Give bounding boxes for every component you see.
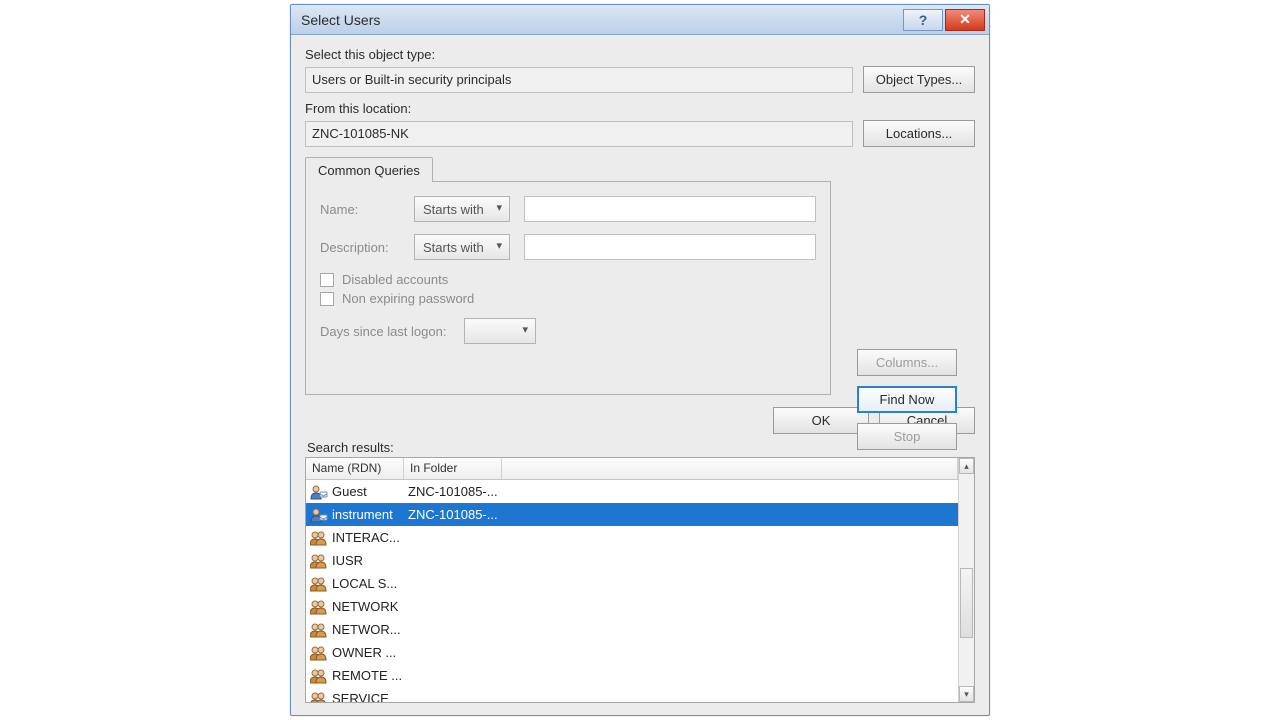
row-name: SERVICE [332, 691, 389, 702]
description-match-dropdown[interactable]: Starts with [414, 234, 510, 260]
col-spacer [502, 458, 958, 479]
col-name-rdn[interactable]: Name (RDN) [306, 458, 404, 479]
table-row[interactable]: LOCAL S... [306, 572, 958, 595]
table-row[interactable]: Guest ZNC-101085-... [306, 480, 958, 503]
select-users-dialog: Select Users ? ✕ Select this object type… [290, 4, 990, 716]
window-title: Select Users [301, 12, 901, 28]
help-button[interactable]: ? [903, 9, 943, 31]
vertical-scrollbar[interactable]: ▴ ▾ [958, 458, 974, 702]
group-icon [310, 645, 328, 661]
close-icon: ✕ [959, 11, 971, 28]
common-queries-group: Common Queries Name: Starts with Descrip… [305, 157, 975, 395]
checkbox-icon [320, 292, 334, 306]
table-row[interactable]: IUSR [306, 549, 958, 572]
columns-button[interactable]: Columns... [857, 349, 957, 376]
row-name: NETWORK [332, 599, 398, 614]
group-icon [310, 622, 328, 638]
scroll-down-button[interactable]: ▾ [959, 686, 974, 702]
scroll-up-button[interactable]: ▴ [959, 458, 974, 474]
object-type-label: Select this object type: [305, 47, 975, 62]
row-folder: ZNC-101085-... [404, 484, 502, 499]
table-row[interactable]: OWNER ... [306, 641, 958, 664]
group-icon [310, 668, 328, 684]
row-folder: ZNC-101085-... [404, 507, 502, 522]
object-type-field[interactable] [305, 67, 853, 93]
tab-common-queries[interactable]: Common Queries [305, 157, 433, 182]
find-now-button[interactable]: Find Now [857, 386, 957, 413]
results-grid[interactable]: Name (RDN) In Folder Guest ZNC-101085-...… [305, 457, 975, 703]
row-name: instrument [332, 507, 393, 522]
name-match-dropdown[interactable]: Starts with [414, 196, 510, 222]
table-row[interactable]: SERVICE [306, 687, 958, 702]
non-expiring-password-checkbox[interactable]: Non expiring password [320, 291, 816, 306]
row-name: IUSR [332, 553, 363, 568]
name-input[interactable] [524, 196, 816, 222]
row-name: NETWOR... [332, 622, 401, 637]
user-icon [310, 507, 328, 523]
user-icon [310, 484, 328, 500]
scroll-thumb[interactable] [960, 568, 973, 638]
table-row[interactable]: REMOTE ... [306, 664, 958, 687]
row-name: LOCAL S... [332, 576, 397, 591]
close-button[interactable]: ✕ [945, 9, 985, 31]
queries-panel: Name: Starts with Description: Starts wi… [305, 181, 831, 395]
grid-header[interactable]: Name (RDN) In Folder [306, 458, 958, 480]
group-icon [310, 530, 328, 546]
help-icon: ? [919, 12, 928, 28]
location-field[interactable] [305, 121, 853, 147]
description-label: Description: [320, 240, 400, 255]
table-row[interactable]: instrument ZNC-101085-... [306, 503, 958, 526]
table-row[interactable]: INTERAC... [306, 526, 958, 549]
table-row[interactable]: NETWORK [306, 595, 958, 618]
col-in-folder[interactable]: In Folder [404, 458, 502, 479]
titlebar[interactable]: Select Users ? ✕ [291, 5, 989, 35]
group-icon [310, 691, 328, 703]
name-label: Name: [320, 202, 400, 217]
group-icon [310, 553, 328, 569]
stop-button[interactable]: Stop [857, 423, 957, 450]
group-icon [310, 599, 328, 615]
days-since-logon-label: Days since last logon: [320, 324, 450, 339]
days-since-logon-dropdown[interactable] [464, 318, 536, 344]
locations-button[interactable]: Locations... [863, 120, 975, 147]
ok-button[interactable]: OK [773, 407, 869, 434]
description-input[interactable] [524, 234, 816, 260]
disabled-accounts-checkbox[interactable]: Disabled accounts [320, 272, 816, 287]
row-name: OWNER ... [332, 645, 396, 660]
row-name: INTERAC... [332, 530, 400, 545]
group-icon [310, 576, 328, 592]
table-row[interactable]: NETWOR... [306, 618, 958, 641]
row-name: Guest [332, 484, 367, 499]
row-name: REMOTE ... [332, 668, 402, 683]
checkbox-icon [320, 273, 334, 287]
location-label: From this location: [305, 101, 975, 116]
object-types-button[interactable]: Object Types... [863, 66, 975, 93]
